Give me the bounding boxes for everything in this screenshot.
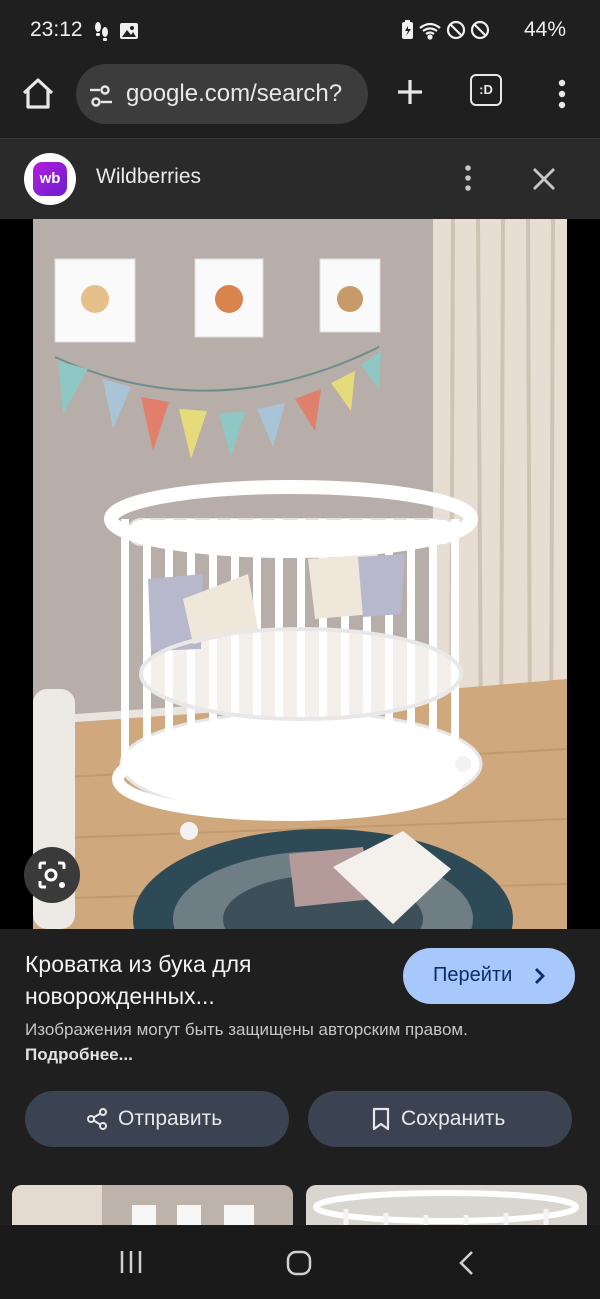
do-not-disturb-icon [446,20,466,40]
status-bar: 23:12 44% [0,0,600,60]
lens-icon [38,861,66,889]
site-name[interactable]: Wildberries [96,165,201,189]
more-info-link[interactable]: Подробнее... [25,1045,133,1064]
system-icons [400,19,500,46]
system-navigation-bar [0,1225,600,1299]
tune-icon [90,85,112,107]
bookmark-icon [372,1107,390,1131]
url-text: google.com/search? [126,80,343,107]
copyright-text: Изображения могут быть защищены авторски… [25,1020,468,1039]
browser-menu-button[interactable] [548,74,576,114]
related-image-thumbnail[interactable] [12,1185,293,1225]
tabs-icon: :D [470,74,502,106]
battery-level: 44% [523,18,566,41]
battery-saver-icon [402,20,413,39]
result-title[interactable]: Кроватка из бука для новорожденных... [25,948,385,1012]
related-image-thumbnail[interactable] [306,1185,587,1225]
home-button[interactable] [18,74,58,114]
visit-button[interactable]: Перейти [403,948,575,1004]
more-vert-icon[interactable] [458,163,478,193]
wb-logo-text: wb [33,162,67,196]
home-icon [22,78,54,109]
google-lens-button[interactable] [24,847,80,903]
browser-toolbar: google.com/search? :D [0,60,600,139]
gallery-icon [120,23,138,39]
plus-icon [398,80,422,104]
home-nav-icon[interactable] [285,1249,313,1277]
copyright-notice: Изображения могут быть защищены авторски… [25,1017,545,1067]
share-icon [87,1108,107,1130]
notification-icons [92,20,142,47]
address-bar[interactable]: google.com/search? [76,64,368,124]
product-image[interactable] [33,219,567,929]
chevron-right-icon [535,968,545,984]
site-logo[interactable]: wb [24,153,76,205]
back-icon[interactable] [456,1249,478,1277]
blocked-icon [470,20,490,40]
step-counter-icon [95,22,108,41]
recent-apps-icon[interactable] [118,1249,144,1275]
status-time: 23:12 [30,18,83,41]
visit-label: Перейти [433,964,513,986]
source-header: wb Wildberries [0,139,600,219]
share-button[interactable]: Отправить [25,1091,289,1147]
more-vert-icon [558,79,566,109]
new-tab-button[interactable] [390,72,430,112]
close-icon[interactable] [530,165,558,193]
image-viewer [0,219,600,929]
tabs-button[interactable]: :D [470,74,504,108]
wifi-icon [419,22,441,40]
share-label: Отправить [118,1107,223,1130]
save-label: Сохранить [401,1107,506,1130]
save-button[interactable]: Сохранить [308,1091,572,1147]
